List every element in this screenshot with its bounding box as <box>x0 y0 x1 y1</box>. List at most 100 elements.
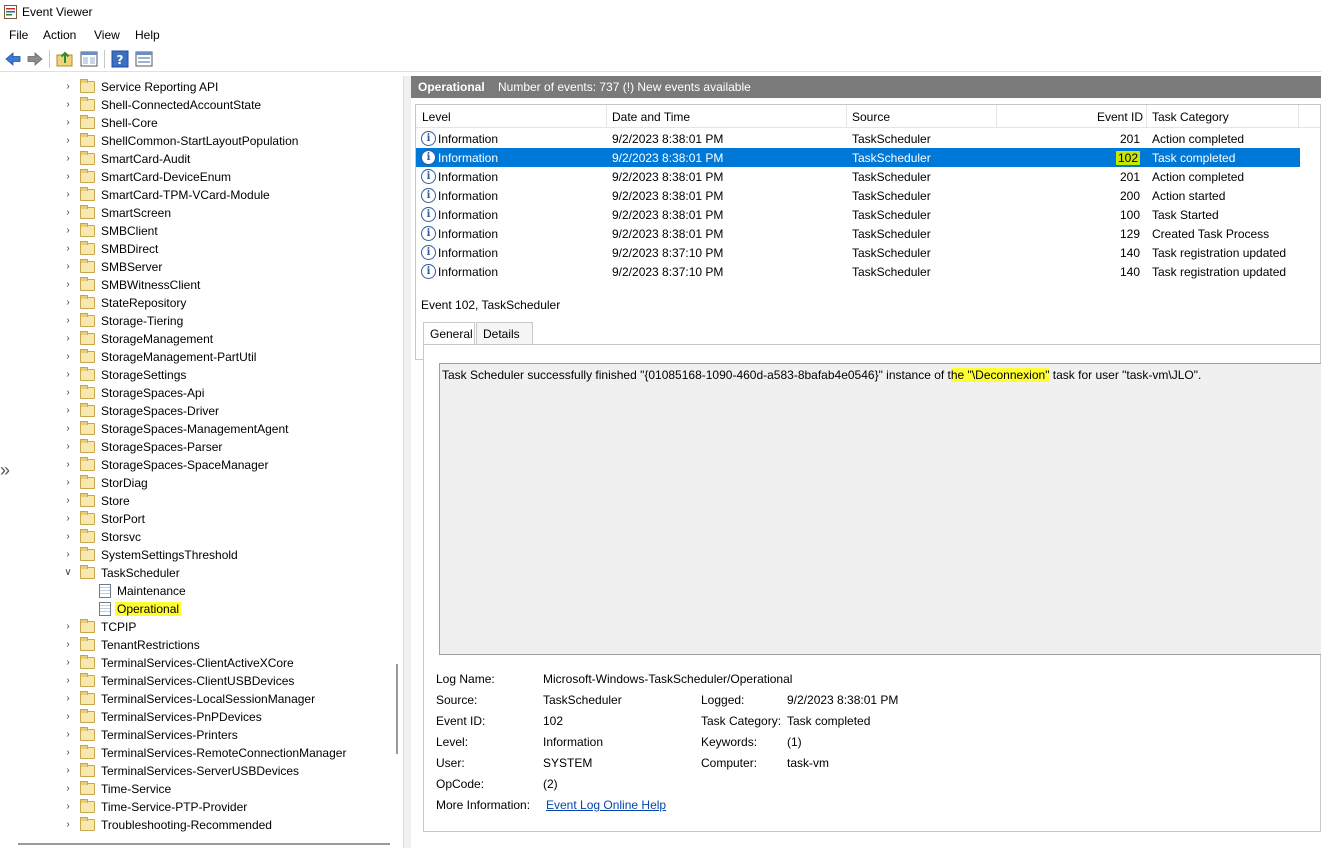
chevron-right-icon[interactable]: › <box>63 622 73 632</box>
menu-action[interactable]: Action <box>43 28 76 42</box>
chevron-right-icon[interactable]: › <box>63 820 73 830</box>
tree-vertical-scrollbar[interactable] <box>396 664 398 754</box>
chevron-right-icon[interactable]: › <box>63 784 73 794</box>
tree-item[interactable]: › SMBDirect <box>63 240 160 258</box>
event-row[interactable]: i Information 9/2/2023 8:38:01 PM TaskSched… <box>416 167 1300 186</box>
tree-item[interactable]: › Store <box>63 492 132 510</box>
tree-horizontal-scrollbar[interactable] <box>18 843 390 845</box>
chevron-right-icon[interactable]: › <box>63 514 73 524</box>
tree-item[interactable]: › StateRepository <box>63 294 188 312</box>
event-row[interactable]: i Information 9/2/2023 8:38:01 PM TaskSched… <box>416 224 1300 243</box>
tree-item[interactable]: › Service Reporting API <box>63 78 220 96</box>
tree-item[interactable]: › StorageSpaces-Parser <box>63 438 224 456</box>
tree-item[interactable]: › TerminalServices-ServerUSBDevices <box>63 762 301 780</box>
tree-item[interactable]: ∨ TaskScheduler <box>63 564 182 582</box>
chevron-right-icon[interactable]: › <box>63 730 73 740</box>
tree-item[interactable]: › TerminalServices-ClientUSBDevices <box>63 672 296 690</box>
chevron-right-icon[interactable]: › <box>63 748 73 758</box>
event-log-online-help-link[interactable]: Event Log Online Help <box>546 798 666 812</box>
tree-item[interactable]: Maintenance <box>99 582 188 600</box>
tree-item[interactable]: Operational <box>99 600 182 618</box>
tree-item[interactable]: › TerminalServices-Printers <box>63 726 240 744</box>
expand-pane-icon[interactable]: » <box>0 460 10 481</box>
tree-item[interactable]: › StorageManagement <box>63 330 215 348</box>
log-tree[interactable]: › Service Reporting API › Shell-ConnectedAc… <box>0 76 403 848</box>
menu-view[interactable]: View <box>94 28 120 42</box>
column-source[interactable]: Source <box>852 110 890 124</box>
chevron-right-icon[interactable]: › <box>63 370 73 380</box>
chevron-down-icon[interactable]: ∨ <box>63 568 73 578</box>
tree-item[interactable]: › StorPort <box>63 510 147 528</box>
chevron-right-icon[interactable]: › <box>63 532 73 542</box>
tree-item[interactable]: › SMBClient <box>63 222 160 240</box>
tree-item[interactable]: › TerminalServices-RemoteConnectionManage… <box>63 744 348 762</box>
tree-item[interactable]: › SMBWitnessClient <box>63 276 202 294</box>
tree-item[interactable]: › TerminalServices-LocalSessionManager <box>63 690 317 708</box>
tab-general[interactable]: General <box>423 322 475 345</box>
tab-details[interactable]: Details <box>476 322 533 344</box>
chevron-right-icon[interactable]: › <box>63 550 73 560</box>
tree-item[interactable]: › StorageManagement-PartUtil <box>63 348 258 366</box>
tree-item[interactable]: › StorDiag <box>63 474 150 492</box>
tree-item[interactable]: › Storsvc <box>63 528 143 546</box>
chevron-right-icon[interactable]: › <box>63 658 73 668</box>
events-grid[interactable]: Level Date and Time Source Event ID Task… <box>415 104 1321 360</box>
chevron-right-icon[interactable]: › <box>63 424 73 434</box>
chevron-right-icon[interactable]: › <box>63 82 73 92</box>
tree-item[interactable]: › ShellCommon-StartLayoutPopulation <box>63 132 300 150</box>
chevron-right-icon[interactable]: › <box>63 262 73 272</box>
tree-item[interactable]: › SMBServer <box>63 258 164 276</box>
tree-item[interactable]: › StorageSpaces-Driver <box>63 402 221 420</box>
folder-up-icon[interactable] <box>56 50 74 68</box>
chevron-right-icon[interactable]: › <box>63 226 73 236</box>
tree-item[interactable]: › SmartCard-DeviceEnum <box>63 168 233 186</box>
column-event-id[interactable]: Event ID <box>1097 110 1143 124</box>
menu-help[interactable]: Help <box>135 28 160 42</box>
chevron-right-icon[interactable]: › <box>63 676 73 686</box>
event-message-box[interactable]: Task Scheduler successfully finished "{0… <box>439 363 1321 655</box>
chevron-right-icon[interactable]: › <box>63 406 73 416</box>
chevron-right-icon[interactable]: › <box>63 478 73 488</box>
chevron-right-icon[interactable]: › <box>63 640 73 650</box>
chevron-right-icon[interactable]: › <box>63 298 73 308</box>
tree-item[interactable]: › Storage-Tiering <box>63 312 185 330</box>
column-task-category[interactable]: Task Category <box>1152 110 1229 124</box>
back-arrow-icon[interactable] <box>4 50 22 68</box>
tree-item[interactable]: › TerminalServices-PnPDevices <box>63 708 264 726</box>
chevron-right-icon[interactable]: › <box>63 442 73 452</box>
chevron-right-icon[interactable]: › <box>63 388 73 398</box>
chevron-right-icon[interactable]: › <box>63 712 73 722</box>
show-pane-icon[interactable] <box>135 50 153 68</box>
properties-panel-icon[interactable] <box>80 50 98 68</box>
chevron-right-icon[interactable]: › <box>63 190 73 200</box>
chevron-right-icon[interactable]: › <box>63 694 73 704</box>
event-row[interactable]: i Information 9/2/2023 8:38:01 PM TaskSched… <box>416 186 1300 205</box>
tree-item[interactable]: › Shell-Core <box>63 114 160 132</box>
chevron-right-icon[interactable]: › <box>63 352 73 362</box>
menu-file[interactable]: File <box>9 28 28 42</box>
tree-item[interactable]: › SystemSettingsThreshold <box>63 546 240 564</box>
event-row[interactable]: i Information 9/2/2023 8:38:01 PM TaskSched… <box>416 148 1300 167</box>
chevron-right-icon[interactable]: › <box>63 118 73 128</box>
tree-item[interactable]: › StorageSettings <box>63 366 188 384</box>
chevron-right-icon[interactable]: › <box>63 316 73 326</box>
tree-item[interactable]: › Time-Service-PTP-Provider <box>63 798 249 816</box>
event-row[interactable]: i Information 9/2/2023 8:37:10 PM TaskSched… <box>416 262 1300 281</box>
event-row[interactable]: i Information 9/2/2023 8:38:01 PM TaskSched… <box>416 129 1300 148</box>
chevron-right-icon[interactable]: › <box>63 154 73 164</box>
chevron-right-icon[interactable]: › <box>63 334 73 344</box>
column-date-time[interactable]: Date and Time <box>612 110 690 124</box>
tree-item[interactable]: › TCPIP <box>63 618 138 636</box>
help-icon[interactable]: ? <box>111 50 129 68</box>
tree-item[interactable]: › SmartCard-Audit <box>63 150 192 168</box>
event-row[interactable]: i Information 9/2/2023 8:38:01 PM TaskSched… <box>416 205 1300 224</box>
chevron-right-icon[interactable]: › <box>63 460 73 470</box>
column-level[interactable]: Level <box>422 110 451 124</box>
tree-item[interactable]: › Time-Service <box>63 780 173 798</box>
chevron-right-icon[interactable]: › <box>63 100 73 110</box>
chevron-right-icon[interactable]: › <box>63 208 73 218</box>
chevron-right-icon[interactable]: › <box>63 802 73 812</box>
tree-item[interactable]: › StorageSpaces-ManagementAgent <box>63 420 290 438</box>
pane-splitter[interactable] <box>403 76 411 848</box>
chevron-right-icon[interactable]: › <box>63 766 73 776</box>
